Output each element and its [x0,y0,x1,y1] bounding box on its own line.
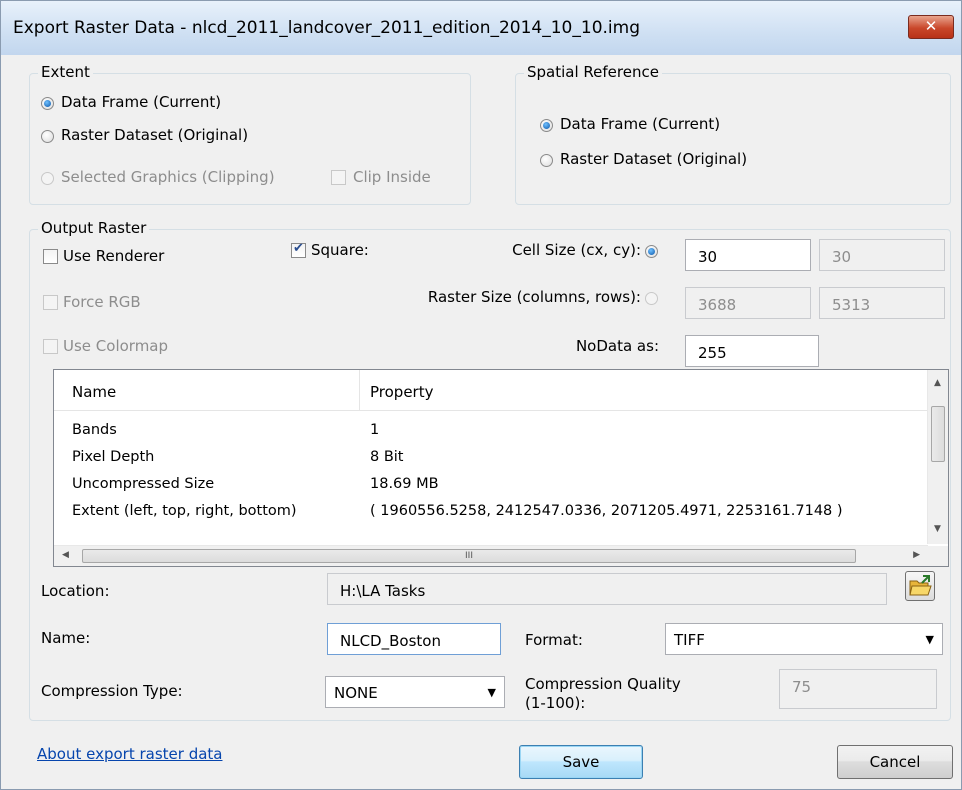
column-header-name[interactable]: Name [72,383,116,401]
spatial-raster-dataset-label[interactable]: Raster Dataset (Original) [560,150,747,168]
vertical-scrollbar[interactable]: ▲ ▼ [927,370,948,544]
raster-properties-list[interactable]: Name Property Bands 1 Pixel Depth 8 Bit … [53,369,949,567]
list-item-value: 1 [370,422,380,438]
raster-size-label: Raster Size (columns, rows): [427,288,641,306]
use-colormap-label: Use Colormap [63,337,169,355]
nodata-input[interactable]: 255 [685,335,819,367]
list-item-name: Extent (left, top, right, bottom) [72,503,297,519]
compression-type-label: Compression Type: [41,682,183,700]
compression-type-selected-value: NONE [334,684,378,702]
format-label: Format: [525,631,583,649]
compression-type-dropdown[interactable]: NONE ▼ [325,676,505,708]
dialog-body: Extent Data Frame (Current) Raster Datas… [9,55,953,783]
cell-size-cx-input[interactable]: 30 [685,239,811,271]
title-bar: Export Raster Data - nlcd_2011_landcover… [1,1,961,55]
nodata-label: NoData as: [575,337,659,355]
cell-size-cy-input[interactable]: 30 [819,239,945,271]
extent-selected-graphics-label: Selected Graphics (Clipping) [61,168,275,186]
cell-size-label: Cell Size (cx, cy): [512,241,641,259]
extent-raster-dataset-radio[interactable] [41,130,54,143]
square-checkbox[interactable] [291,241,306,258]
raster-columns-input[interactable]: 3688 [685,287,811,319]
scroll-right-arrow-icon[interactable]: ▶ [913,550,920,560]
cancel-button[interactable]: Cancel [837,745,953,779]
compression-quality-input[interactable]: 75 [779,669,937,709]
extent-raster-dataset-label[interactable]: Raster Dataset (Original) [61,126,248,144]
cell-size-radio[interactable] [645,245,658,258]
clip-inside-checkbox[interactable] [331,170,346,185]
raster-rows-input[interactable]: 5313 [819,287,945,319]
extent-data-frame-label[interactable]: Data Frame (Current) [61,93,221,111]
chevron-down-icon[interactable]: ▼ [488,686,496,699]
horizontal-scrollbar[interactable]: ◀ III ▶ [54,545,928,566]
format-selected-value: TIFF [674,631,705,649]
horizontal-scroll-thumb[interactable]: III [82,549,856,563]
extent-data-frame-radio[interactable] [41,97,54,110]
spatial-raster-dataset-radio[interactable] [540,154,553,167]
compression-quality-label-line1: Compression Quality [525,675,681,693]
vertical-scroll-thumb[interactable] [931,406,945,462]
close-button[interactable]: ✕ [908,15,954,39]
list-item-name: Bands [72,422,117,438]
name-input[interactable]: NLCD_Boston [327,623,501,655]
format-dropdown[interactable]: TIFF ▼ [665,623,943,655]
list-item-value: 8 Bit [370,449,404,465]
save-button[interactable]: Save [519,745,643,779]
use-renderer-checkbox[interactable] [43,249,58,264]
list-item-name: Pixel Depth [72,449,155,465]
use-renderer-label[interactable]: Use Renderer [63,247,164,265]
spatial-reference-group-label: Spatial Reference [524,63,662,81]
name-label: Name: [41,629,91,647]
export-raster-dialog: Export Raster Data - nlcd_2011_landcover… [0,0,962,790]
column-separator[interactable] [359,370,360,410]
list-header: Name Property [54,370,928,411]
use-colormap-checkbox[interactable] [43,339,58,354]
scrollbar-corner [928,546,948,566]
scroll-down-arrow-icon[interactable]: ▼ [934,524,941,534]
list-item-name: Uncompressed Size [72,476,215,492]
force-rgb-checkbox[interactable] [43,295,58,310]
raster-size-radio[interactable] [645,292,658,305]
column-header-property[interactable]: Property [370,383,433,401]
open-folder-icon [909,575,932,596]
list-item-value: ( 1960556.5258, 2412547.0336, 2071205.49… [370,503,843,519]
output-raster-group-label: Output Raster [38,219,150,237]
spatial-data-frame-radio[interactable] [540,119,553,132]
clip-inside-label: Clip Inside [353,168,431,186]
spatial-reference-group: Spatial Reference [515,63,951,205]
browse-location-button[interactable] [905,571,935,601]
about-export-raster-link[interactable]: About export raster data [37,745,222,763]
compression-quality-label-line2: (1-100): [525,694,586,712]
extent-group-label: Extent [38,63,93,81]
scroll-left-arrow-icon[interactable]: ◀ [62,550,69,560]
extent-selected-graphics-radio[interactable] [41,172,54,185]
spatial-data-frame-label[interactable]: Data Frame (Current) [560,115,720,133]
square-label[interactable]: Square: [311,241,369,259]
list-item-value: 18.69 MB [370,476,439,492]
chevron-down-icon[interactable]: ▼ [926,633,934,646]
scroll-up-arrow-icon[interactable]: ▲ [934,378,941,388]
location-input[interactable]: H:\LA Tasks [327,573,887,605]
force-rgb-label: Force RGB [63,293,141,311]
location-label: Location: [41,582,110,600]
window-title: Export Raster Data - nlcd_2011_landcover… [13,18,640,38]
